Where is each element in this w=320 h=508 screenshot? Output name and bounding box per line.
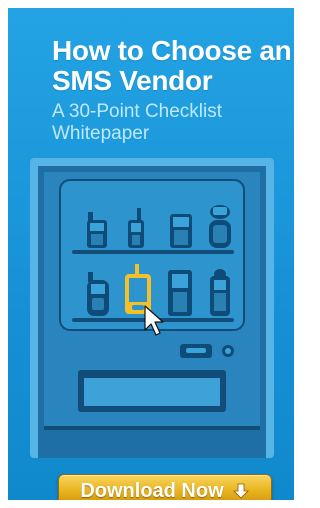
download-button-label: Download Now [80,479,224,501]
shelf-top [72,250,234,254]
arrow-down-icon [232,483,249,499]
dispenser-flap [84,378,220,406]
coin-slot-opening [186,348,206,353]
vending-machine-illustration [30,158,274,458]
phone-icon [209,205,231,248]
phone-icon [170,214,192,248]
phone-icon [168,270,192,316]
ad-banner[interactable]: How to Choose an SMS Vendor A 30-Point C… [8,8,294,500]
machine-base [38,426,266,458]
download-now-button[interactable]: Download Now [58,474,272,500]
